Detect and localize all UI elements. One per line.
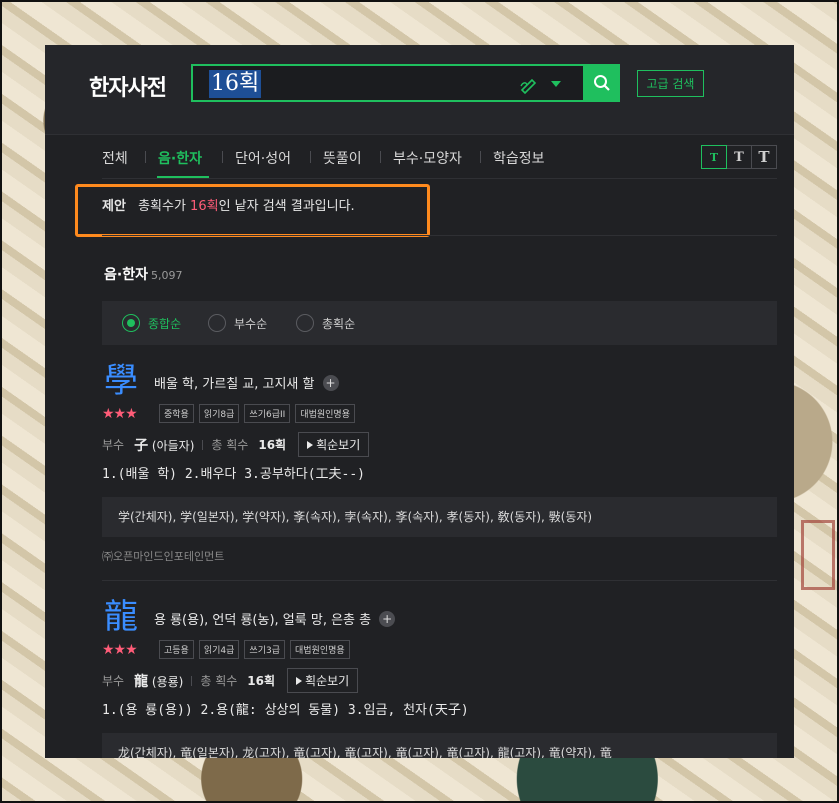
divider (102, 580, 777, 581)
source-credit: ㈜오픈마인드인포테인먼트 (102, 550, 225, 563)
importance-stars: ★★★ (102, 642, 138, 658)
sort-options: 종합순 부수순 총획순 (102, 301, 777, 345)
hanja-meaning: 용 룡(용), 언덕 룡(농), 얼룩 망, 은총 총 + (154, 609, 396, 628)
meaning-text[interactable]: 배울 학, 가르칠 교, 고지새 할 (154, 373, 315, 392)
definitions: 1.(배울 학) 2.배우다 3.공부하다(工夫--) (102, 467, 365, 482)
variant-characters: 龙(간체자), 竜(일본자), 龙(고자), 竜(고자), 竜(고자), 竜(고… (102, 733, 777, 758)
strokes-value: 16획 (258, 438, 287, 452)
radical-label: 부수 (102, 674, 125, 688)
meaning-text[interactable]: 용 룡(용), 언덕 룡(농), 얼룩 망, 은총 총 (154, 609, 371, 628)
search-query-text[interactable]: 16획 (209, 70, 262, 98)
tab-divider (380, 151, 381, 163)
info-divider (202, 439, 204, 450)
section-title: 음·한자 5,097 (104, 264, 182, 284)
badge: 중학용 (159, 404, 194, 423)
strokes-label: 총 획수 (211, 438, 249, 452)
chevron-down-icon[interactable] (551, 81, 561, 87)
tab-sound-hanja[interactable]: 음·한자 (158, 148, 202, 168)
sort-label: 종합순 (148, 316, 182, 331)
strokes-label: 총 획수 (200, 674, 238, 688)
search-input[interactable]: 16획 (191, 64, 585, 102)
hanja-character[interactable]: 學 (104, 361, 138, 401)
tab-divider (145, 151, 146, 163)
info-divider (191, 675, 193, 686)
strokes-value: 16획 (247, 674, 276, 688)
tab-divider (310, 151, 311, 163)
radical-value[interactable]: 子 (아들자) (134, 435, 194, 455)
handwriting-pen-icon[interactable] (519, 74, 539, 94)
expand-plus-icon[interactable]: + (379, 610, 396, 627)
badge: 대법원인명용 (295, 404, 355, 423)
radical-label: 부수 (102, 438, 125, 452)
sort-strokes-radio[interactable]: 총획순 (296, 314, 355, 332)
divider (102, 235, 777, 236)
tab-radicals[interactable]: 부수·모양자 (393, 148, 462, 168)
tab-learning-info[interactable]: 학습정보 (493, 148, 545, 168)
sort-radical-radio[interactable]: 부수순 (208, 314, 267, 332)
stroke-order-button[interactable]: 획순보기 (287, 668, 359, 693)
font-size-selector: T T T (701, 145, 777, 169)
radio-circle (122, 314, 140, 332)
search-button[interactable] (584, 64, 620, 102)
background-stamp (801, 520, 835, 590)
header: 한자사전 16획 고급 검색 (45, 45, 794, 135)
hanja-dictionary-panel: 한자사전 16획 고급 검색 전체 음·한자 단어·성어 뜻풀이 부수·모양자 (45, 45, 794, 758)
radical-char: 龍 (134, 673, 149, 690)
stroke-order-button[interactable]: 획순보기 (298, 432, 370, 457)
sort-overall-radio[interactable]: 종합순 (122, 314, 181, 332)
badge: 쓰기6급II (244, 404, 291, 423)
active-tab-underline (157, 176, 209, 178)
stroke-order-label: 획순보기 (305, 674, 350, 688)
font-size-medium-button[interactable]: T (726, 145, 752, 169)
radical-value[interactable]: 龍 (용룡) (134, 671, 183, 691)
play-icon (296, 676, 303, 685)
definitions: 1.(용 룡(용)) 2.용(龍: 상상의 동물) 3.임금, 천자(天子) (102, 703, 469, 718)
font-size-large-button[interactable]: T (751, 145, 777, 169)
play-icon (307, 440, 314, 449)
badge: 읽기4급 (198, 640, 240, 659)
stroke-order-label: 획순보기 (316, 438, 361, 452)
search-icon (594, 75, 610, 91)
radical-name: (아들자) (148, 438, 195, 453)
hanja-meaning: 배울 학, 가르칠 교, 고지새 할 + (154, 373, 339, 392)
tab-words-idioms[interactable]: 단어·성어 (235, 148, 291, 168)
tab-definitions[interactable]: 뜻풀이 (323, 148, 362, 168)
sort-label: 총획순 (322, 316, 356, 331)
badge: 대법원인명용 (290, 640, 350, 659)
advanced-search-button[interactable]: 고급 검색 (637, 70, 704, 97)
tab-divider (480, 151, 481, 163)
logo[interactable]: 한자사전 (89, 70, 167, 102)
radical-stroke-info: 부수 龍 (용룡) 총 획수 16획 획순보기 (102, 668, 359, 693)
annotation-highlight-box (75, 184, 430, 237)
radical-name: (용룡) (148, 674, 184, 689)
badge: 쓰기3급 (244, 640, 285, 659)
radical-char: 子 (134, 437, 149, 454)
badge: 읽기8급 (198, 404, 240, 423)
sort-label: 부수순 (234, 316, 268, 331)
tab-divider (222, 151, 223, 163)
radio-circle (296, 314, 314, 332)
section-title-text: 음·한자 (104, 267, 148, 283)
radical-stroke-info: 부수 子 (아들자) 총 획수 16획 획순보기 (102, 432, 370, 457)
result-count: 5,097 (150, 269, 183, 282)
badge: 고등용 (159, 640, 194, 659)
tab-all[interactable]: 전체 (102, 148, 128, 168)
expand-plus-icon[interactable]: + (322, 374, 339, 391)
tab-bar: 전체 음·한자 단어·성어 뜻풀이 부수·모양자 학습정보 T T T (102, 135, 777, 179)
importance-stars: ★★★ (102, 406, 138, 422)
grade-badges: 중학용 읽기8급 쓰기6급II 대법원인명용 (159, 404, 360, 423)
hanja-character[interactable]: 龍 (104, 597, 138, 637)
variant-characters: 学(간체자), 学(일본자), 学(약자), 斈(속자), 孛(속자), 斈(속… (102, 497, 777, 537)
radio-circle (208, 314, 226, 332)
grade-badges: 고등용 읽기4급 쓰기3급 대법원인명용 (159, 640, 355, 659)
font-size-small-button[interactable]: T (701, 145, 727, 169)
